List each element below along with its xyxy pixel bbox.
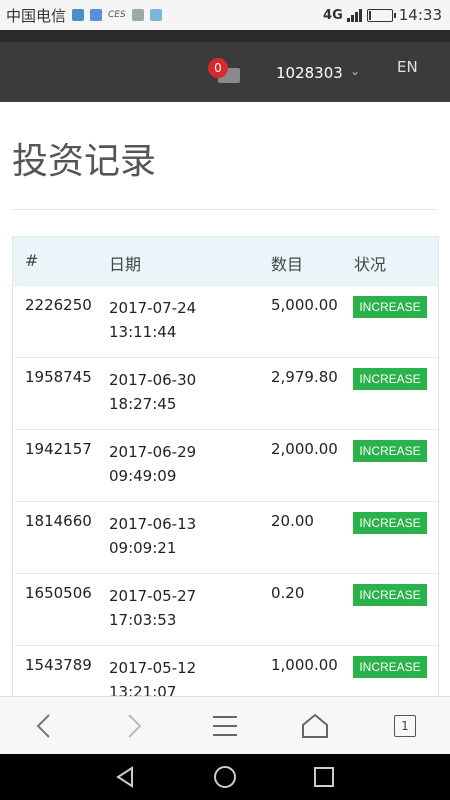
- record-id: 1958745: [25, 368, 92, 386]
- status-badge: INCREASE: [353, 440, 427, 462]
- table-row: 1650506 2017-05-27 17:03:53 0.20 INCREASE: [13, 573, 438, 645]
- system-back-button[interactable]: [95, 754, 155, 800]
- status-bar: 中国电信 CES 4G 14:33: [0, 0, 450, 30]
- signal-icon: [346, 8, 363, 22]
- page-title: 投资记录: [12, 141, 157, 182]
- status-badge: INCREASE: [353, 512, 427, 534]
- record-amount: 2,000.00: [271, 440, 338, 458]
- record-datetime: 2017-05-27 17:03:53: [109, 584, 229, 632]
- column-header-amount: 数目: [271, 255, 304, 274]
- investment-table: # 日期 数目 状况 2226250 2017-07-24 13:11:44 5,00…: [12, 236, 439, 696]
- user-account-menu[interactable]: 1028303: [276, 64, 343, 82]
- record-date: 2017-06-13: [109, 515, 197, 533]
- table-row: 1958745 2017-06-30 18:27:45 2,979.80 INCREAS…: [13, 357, 438, 429]
- notification-badge: 0: [208, 58, 228, 78]
- record-id: 1650506: [25, 584, 92, 602]
- record-id: 2226250: [25, 296, 92, 314]
- table-header: # 日期 数目 状况: [13, 236, 438, 285]
- notification-text: CES: [108, 10, 126, 20]
- triangle-back-icon: [116, 766, 133, 788]
- record-time: 13:11:44: [109, 323, 177, 341]
- table-row: 1942157 2017-06-29 09:49:09 2,000.00 INCREAS…: [13, 429, 438, 501]
- record-amount: 0.20: [271, 584, 305, 602]
- carrier-name: 中国电信: [6, 6, 67, 25]
- status-badge: INCREASE: [353, 368, 427, 390]
- record-date: 2017-06-30: [109, 371, 197, 389]
- chevron-down-icon[interactable]: ⌄: [350, 64, 360, 78]
- record-amount: 2,979.80: [271, 368, 338, 386]
- record-time: 18:27:45: [109, 395, 177, 413]
- status-badge: INCREASE: [353, 656, 427, 678]
- back-icon: [36, 714, 50, 738]
- back-button[interactable]: [14, 697, 74, 755]
- browser-toolbar: 1: [0, 696, 450, 755]
- record-date: 2017-05-12: [109, 659, 197, 677]
- column-header-id: #: [25, 251, 39, 270]
- record-id: 1543789: [25, 656, 92, 674]
- battery-icon: [366, 8, 396, 22]
- network-type: 4G: [323, 7, 343, 23]
- column-header-status: 状况: [354, 255, 387, 274]
- image-notification-icon: [131, 9, 144, 21]
- record-datetime: 2017-06-30 18:27:45: [109, 368, 229, 416]
- record-date: 2017-06-29: [109, 443, 197, 461]
- menu-icon: [213, 716, 237, 736]
- record-date: 2017-05-27: [109, 587, 197, 605]
- header-strip: [0, 30, 450, 42]
- record-amount: 20.00: [271, 512, 314, 530]
- table-row: 1543789 2017-05-12 13:21:07 1,000.00 INCREAS…: [13, 645, 438, 696]
- store-app-icon: [90, 9, 103, 21]
- record-time: 09:49:09: [109, 467, 177, 485]
- record-amount: 5,000.00: [271, 296, 338, 314]
- record-id: 1942157: [25, 440, 92, 458]
- clock: 14:33: [398, 6, 442, 24]
- system-recents-button[interactable]: [294, 754, 354, 800]
- security-app-icon: [72, 9, 85, 21]
- column-header-date: 日期: [109, 255, 142, 274]
- home-button[interactable]: [285, 697, 345, 755]
- mail-notification-icon: [149, 9, 162, 21]
- app-header: 0 1028303 ⌄ EN: [0, 30, 450, 102]
- tabs-icon: 1: [394, 715, 416, 737]
- forward-icon: [128, 714, 142, 738]
- record-amount: 1,000.00: [271, 656, 338, 674]
- record-time: 17:03:53: [109, 611, 177, 629]
- forward-button[interactable]: [104, 697, 164, 755]
- table-row: 1814660 2017-06-13 09:09:21 20.00 INCREASE: [13, 501, 438, 573]
- record-datetime: 2017-07-24 13:11:44: [109, 296, 229, 344]
- system-home-button[interactable]: [195, 754, 255, 800]
- messages-button[interactable]: 0: [208, 58, 244, 86]
- square-recents-icon: [314, 767, 334, 787]
- table-row: 2226250 2017-07-24 13:11:44 5,000.00 INCREAS…: [13, 285, 438, 357]
- menu-button[interactable]: [195, 697, 255, 755]
- circle-home-icon: [214, 766, 236, 788]
- status-badge: INCREASE: [353, 584, 427, 606]
- record-time: 09:09:21: [109, 539, 177, 557]
- system-nav-bar: [0, 754, 450, 800]
- tabs-button[interactable]: 1: [375, 697, 435, 755]
- home-icon: [302, 713, 328, 738]
- language-switch[interactable]: EN: [397, 58, 418, 76]
- record-datetime: 2017-05-12 13:21:07: [109, 656, 229, 696]
- status-badge: INCREASE: [353, 296, 427, 318]
- record-date: 2017-07-24: [109, 299, 197, 317]
- record-datetime: 2017-06-29 09:49:09: [109, 440, 229, 488]
- record-id: 1814660: [25, 512, 92, 530]
- record-time: 13:21:07: [109, 683, 177, 696]
- record-datetime: 2017-06-13 09:09:21: [109, 512, 229, 560]
- divider: [12, 209, 437, 210]
